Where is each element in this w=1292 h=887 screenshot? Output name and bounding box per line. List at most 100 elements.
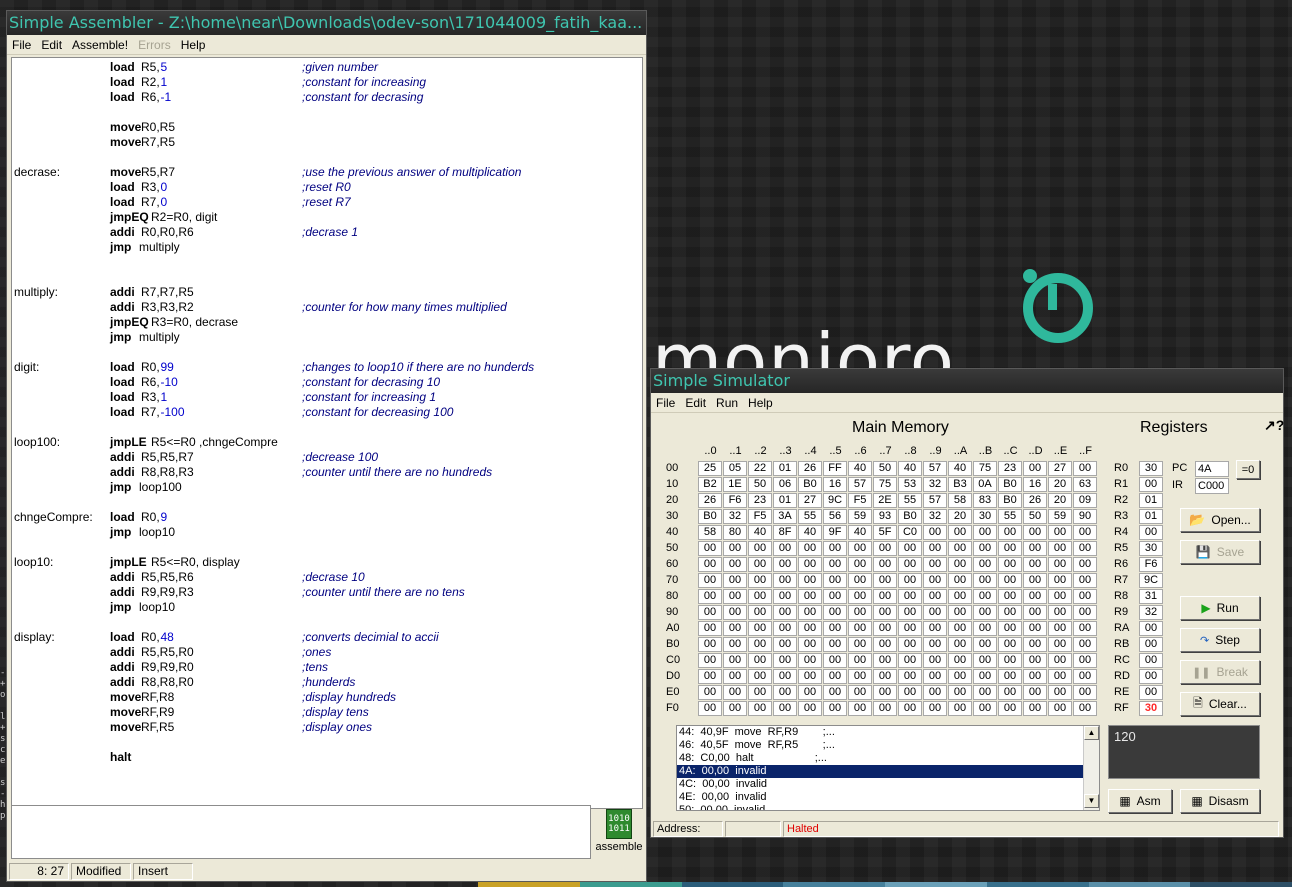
memory-cell[interactable]: 00	[998, 589, 1022, 604]
memory-cell[interactable]: 00	[998, 525, 1022, 540]
memory-cell[interactable]: 00	[823, 653, 847, 668]
memory-cell[interactable]: 00	[798, 701, 822, 716]
memory-cell[interactable]: 00	[898, 541, 922, 556]
disassembly-line[interactable]: 46: 40,5F move RF,R5 ;...	[677, 739, 1083, 752]
memory-cell[interactable]: 00	[698, 605, 722, 620]
memory-cell[interactable]: 40	[848, 461, 872, 476]
memory-cell[interactable]: 00	[1073, 525, 1097, 540]
memory-cell[interactable]: 00	[973, 557, 997, 572]
memory-cell[interactable]: 00	[923, 621, 947, 636]
memory-cell[interactable]: 50	[1023, 509, 1047, 524]
memory-cell[interactable]: 00	[898, 573, 922, 588]
memory-cell[interactable]: 00	[1073, 621, 1097, 636]
memory-cell[interactable]: 00	[873, 685, 897, 700]
memory-cell[interactable]: 00	[1048, 621, 1072, 636]
memory-cell[interactable]: 26	[798, 461, 822, 476]
memory-cell[interactable]: 00	[973, 621, 997, 636]
context-help-icon[interactable]: ↗?	[1264, 417, 1284, 434]
memory-cell[interactable]: 00	[823, 621, 847, 636]
register-value[interactable]: 01	[1139, 509, 1163, 524]
memory-cell[interactable]: 00	[1048, 573, 1072, 588]
assemble-button[interactable]: 1010 1011 assemble	[595, 807, 643, 857]
run-button[interactable]: ▶ Run	[1180, 596, 1260, 620]
memory-cell[interactable]: 00	[898, 621, 922, 636]
register-value[interactable]: 31	[1139, 589, 1163, 604]
memory-cell[interactable]: 00	[973, 573, 997, 588]
memory-cell[interactable]: 00	[848, 701, 872, 716]
memory-cell[interactable]: 90	[1073, 509, 1097, 524]
disassembly-line[interactable]: 4E: 00,00 invalid	[677, 791, 1083, 804]
register-value[interactable]: 00	[1139, 525, 1163, 540]
memory-cell[interactable]: 9C	[823, 493, 847, 508]
disassembly-line[interactable]: 4A: 00,00 invalid	[677, 765, 1083, 778]
memory-cell[interactable]: 00	[698, 653, 722, 668]
memory-cell[interactable]: 00	[748, 589, 772, 604]
memory-cell[interactable]: 55	[898, 493, 922, 508]
memory-cell[interactable]: 00	[698, 541, 722, 556]
memory-cell[interactable]: 00	[873, 573, 897, 588]
memory-cell[interactable]: 57	[923, 493, 947, 508]
memory-cell[interactable]: 00	[973, 701, 997, 716]
memory-cell[interactable]: B2	[698, 477, 722, 492]
register-value[interactable]: 32	[1139, 605, 1163, 620]
memory-cell[interactable]: 00	[1073, 653, 1097, 668]
memory-cell[interactable]: 00	[698, 589, 722, 604]
memory-cell[interactable]: 00	[1023, 701, 1047, 716]
memory-cell[interactable]: 00	[848, 685, 872, 700]
register-value[interactable]: 00	[1139, 653, 1163, 668]
menu-errors[interactable]: Errors	[133, 36, 176, 54]
memory-cell[interactable]: 50	[748, 477, 772, 492]
memory-cell[interactable]: 00	[998, 573, 1022, 588]
memory-cell[interactable]: 1E	[723, 477, 747, 492]
memory-cell[interactable]: 00	[773, 701, 797, 716]
memory-cell[interactable]: 00	[998, 653, 1022, 668]
memory-cell[interactable]: 00	[923, 701, 947, 716]
memory-cell[interactable]: 00	[948, 525, 972, 540]
memory-cell[interactable]: B0	[798, 477, 822, 492]
memory-cell[interactable]: 00	[998, 669, 1022, 684]
memory-cell[interactable]: 00	[998, 701, 1022, 716]
memory-cell[interactable]: 00	[848, 605, 872, 620]
memory-cell[interactable]: 00	[848, 557, 872, 572]
memory-cell[interactable]: 00	[723, 605, 747, 620]
memory-cell[interactable]: 00	[1048, 669, 1072, 684]
memory-cell[interactable]: 75	[873, 477, 897, 492]
memory-cell[interactable]: 00	[773, 669, 797, 684]
memory-cell[interactable]: 00	[723, 669, 747, 684]
memory-cell[interactable]: 00	[723, 637, 747, 652]
memory-cell[interactable]: 59	[1048, 509, 1072, 524]
assembler-title[interactable]: Simple Assembler - Z:\home\near\Download…	[7, 11, 646, 35]
register-value[interactable]: 30	[1139, 701, 1163, 716]
memory-cell[interactable]: 00	[948, 557, 972, 572]
memory-cell[interactable]: 00	[848, 589, 872, 604]
memory-cell[interactable]: 00	[948, 653, 972, 668]
memory-cell[interactable]: 30	[973, 509, 997, 524]
memory-cell[interactable]: 00	[1073, 701, 1097, 716]
memory-cell[interactable]: 00	[948, 589, 972, 604]
register-value[interactable]: 30	[1139, 461, 1163, 476]
memory-cell[interactable]: 00	[798, 637, 822, 652]
memory-cell[interactable]: 00	[848, 653, 872, 668]
memory-cell[interactable]: 00	[1048, 541, 1072, 556]
memory-cell[interactable]: 00	[798, 541, 822, 556]
memory-cell[interactable]: 01	[773, 461, 797, 476]
memory-cell[interactable]: 00	[873, 557, 897, 572]
memory-cell[interactable]: 00	[923, 653, 947, 668]
memory-cell[interactable]: 93	[873, 509, 897, 524]
disassembly-list[interactable]: 44: 40,9F move RF,R9 ;... 46: 40,5F move …	[676, 725, 1100, 811]
memory-cell[interactable]: 55	[998, 509, 1022, 524]
menu-edit[interactable]: Edit	[36, 36, 67, 54]
memory-cell[interactable]: 00	[748, 653, 772, 668]
memory-cell[interactable]: 00	[773, 685, 797, 700]
register-value[interactable]: 00	[1139, 669, 1163, 684]
memory-cell[interactable]: 00	[873, 605, 897, 620]
disasm-button[interactable]: ▦ Disasm	[1180, 789, 1260, 813]
memory-cell[interactable]: 00	[923, 685, 947, 700]
memory-cell[interactable]: 00	[748, 573, 772, 588]
memory-cell[interactable]: 00	[898, 685, 922, 700]
memory-cell[interactable]: 00	[1073, 685, 1097, 700]
memory-cell[interactable]: 00	[773, 573, 797, 588]
memory-cell[interactable]: 00	[723, 541, 747, 556]
memory-cell[interactable]: 00	[748, 637, 772, 652]
register-value[interactable]: 00	[1139, 621, 1163, 636]
